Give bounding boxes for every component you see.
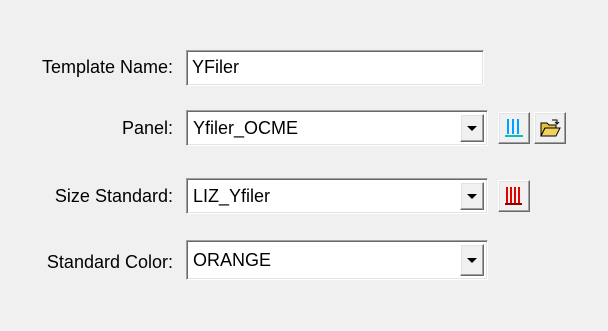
- dropdown-arrow-icon: [467, 194, 477, 199]
- dropdown-arrow-icon: [467, 258, 477, 263]
- size-standard-manager-button[interactable]: [498, 180, 530, 212]
- size-standard-peaks-icon: [505, 187, 522, 205]
- standard-color-dropdown[interactable]: ORANGE: [186, 240, 488, 280]
- panel-manager-button[interactable]: [498, 112, 530, 144]
- size-standard-label: Size Standard:: [54, 186, 173, 206]
- standard-color-label: Standard Color:: [46, 252, 173, 272]
- panel-bins-icon: [505, 119, 523, 137]
- size-standard-dropdown-button[interactable]: [460, 182, 484, 210]
- dropdown-arrow-icon: [467, 126, 477, 131]
- panel-dropdown[interactable]: Yfiler_OCME: [186, 110, 488, 146]
- template-name-label: Template Name:: [41, 57, 173, 77]
- standard-color-dropdown-button[interactable]: [460, 244, 484, 276]
- size-standard-dropdown[interactable]: LIZ_Yfiler: [186, 178, 488, 214]
- size-standard-value: LIZ_Yfiler: [193, 186, 271, 206]
- open-folder-button[interactable]: [534, 112, 566, 144]
- template-dialog: Template Name: YFiler Panel: Yfiler_OCME…: [0, 0, 608, 331]
- panel-label: Panel:: [121, 118, 173, 138]
- open-folder-icon: [540, 119, 561, 137]
- standard-color-value: ORANGE: [193, 250, 272, 270]
- panel-dropdown-button[interactable]: [460, 114, 484, 142]
- template-name-input[interactable]: YFiler: [186, 50, 484, 86]
- panel-value: Yfiler_OCME: [193, 118, 299, 138]
